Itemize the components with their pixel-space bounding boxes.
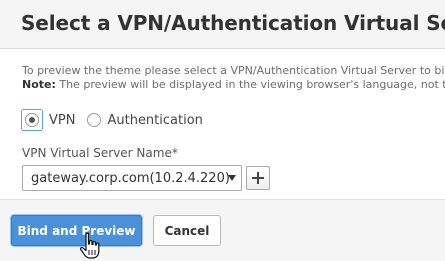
note-text: Note: The preview will be displayed in t… — [22, 78, 445, 91]
dialog-footer: Bind and Preview Cancel — [0, 199, 445, 261]
radio-selected-dot — [29, 117, 35, 123]
server-type-radio-group: VPN Authentication — [21, 109, 213, 131]
radio-authentication[interactable] — [87, 113, 102, 127]
add-vpn-server-button[interactable] — [246, 166, 270, 190]
cancel-button[interactable]: Cancel — [153, 215, 221, 246]
radio-vpn[interactable] — [25, 113, 39, 127]
plus-icon — [252, 172, 264, 184]
vpn-server-name-label: VPN Virtual Server Name* — [22, 146, 178, 160]
radio-option-authentication[interactable]: Authentication — [87, 112, 203, 128]
radio-label-authentication: Authentication — [107, 112, 203, 128]
vpn-server-select[interactable]: gateway.corp.com(10.2.4.220) — [22, 165, 242, 191]
vpn-select-dialog: Select a VPN/Authentication Virtual Serv… — [0, 0, 445, 261]
radio-label-vpn: VPN — [49, 112, 76, 128]
info-text: To preview the theme please select a VPN… — [22, 64, 445, 77]
radio-focus-ring — [21, 109, 43, 131]
vpn-server-selected-value: gateway.corp.com(10.2.4.220) — [31, 171, 230, 186]
radio-option-vpn[interactable]: VPN — [21, 109, 75, 131]
dialog-title: Select a VPN/Authentication Virtual Serv… — [21, 11, 445, 35]
note-body: The preview will be displayed in the vie… — [55, 78, 445, 91]
note-label: Note: — [22, 78, 56, 91]
bind-and-preview-button[interactable]: Bind and Preview — [11, 215, 142, 246]
dialog-header: Select a VPN/Authentication Virtual Serv… — [0, 0, 445, 49]
dropdown-arrow-icon — [228, 175, 236, 181]
